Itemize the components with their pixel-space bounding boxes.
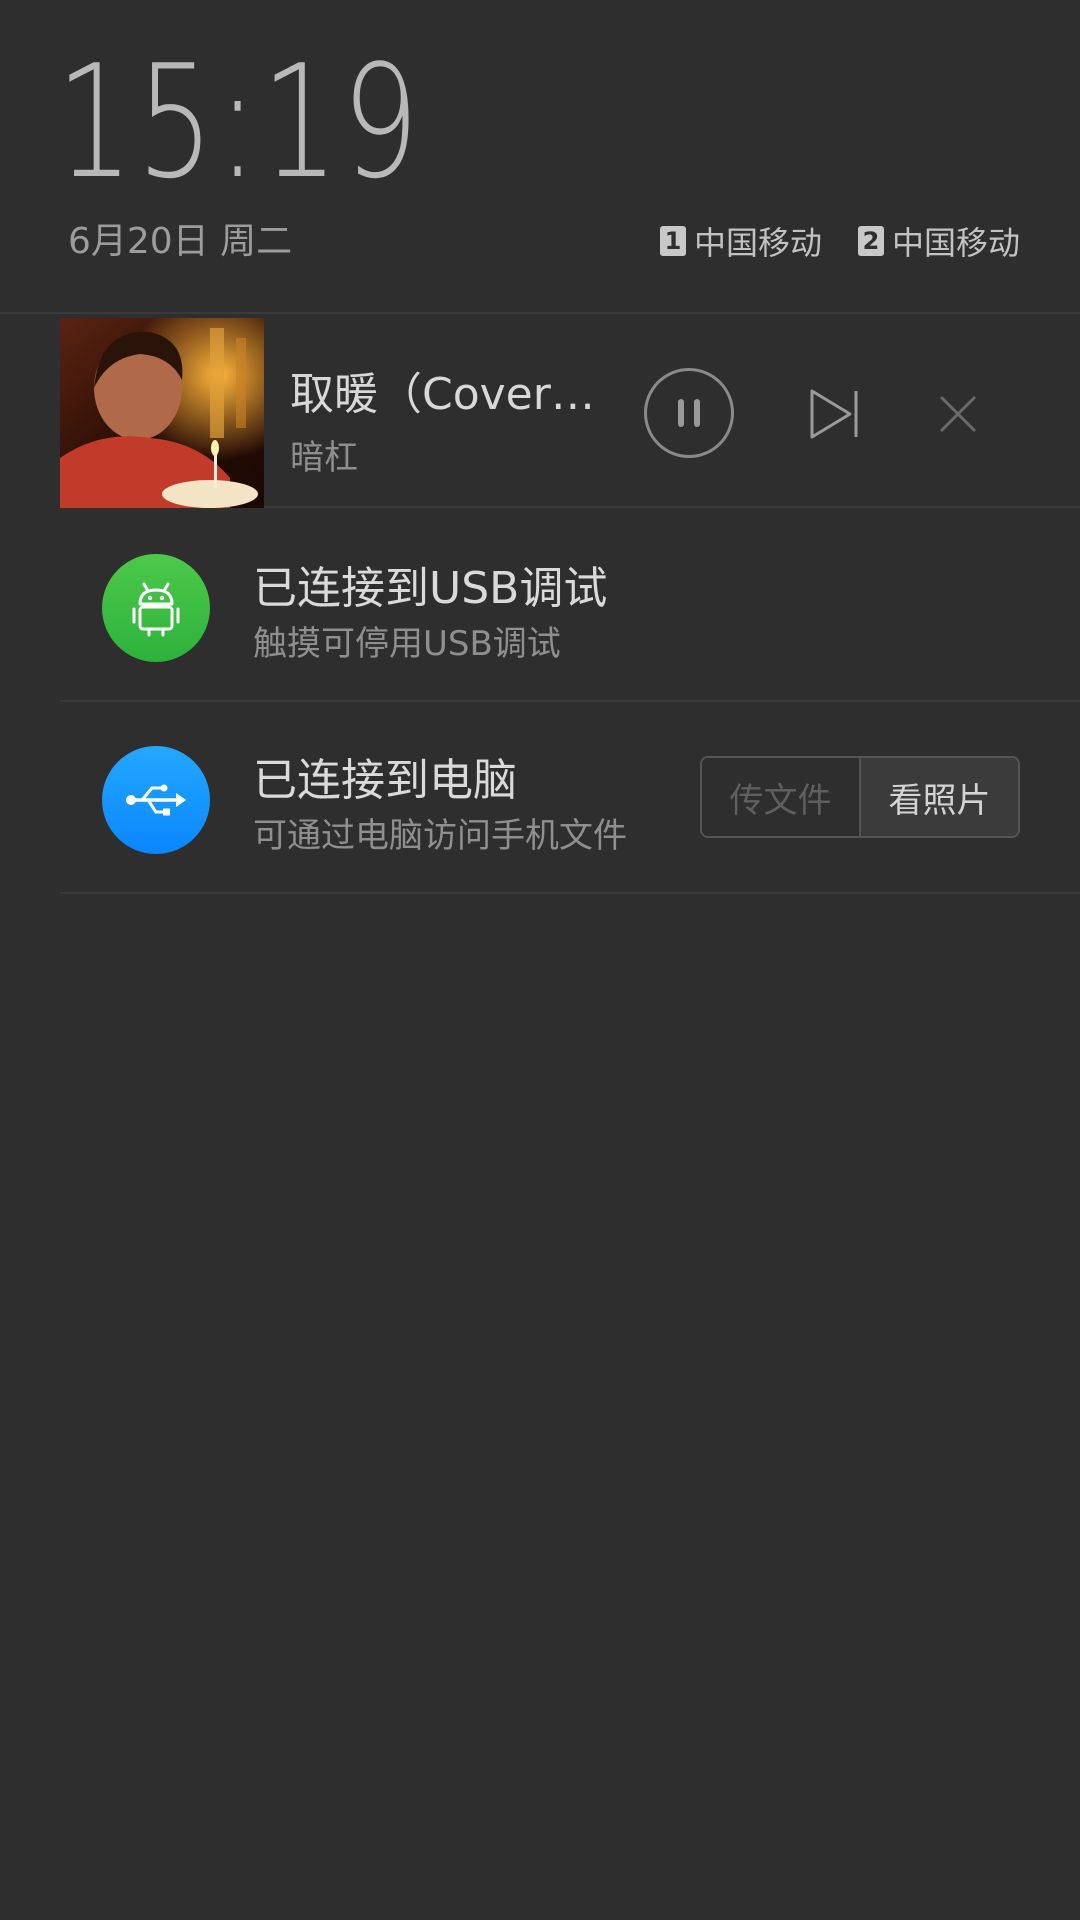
usb-icon [102, 746, 210, 854]
album-art [60, 318, 264, 508]
album-art-image [60, 318, 264, 508]
carrier-sim1: 1 中国移动 [659, 218, 822, 264]
close-music-button[interactable] [918, 374, 998, 454]
usb-mode-selector: 传文件 看照片 [700, 756, 1020, 838]
android-icon [102, 554, 210, 662]
usb-connection-notification[interactable]: 已连接到电脑 可通过电脑访问手机文件 传文件 看照片 [60, 704, 1080, 894]
carrier-name-sim1: 中国移动 [693, 224, 822, 262]
carrier-sim2: 2 中国移动 [857, 218, 1020, 264]
usb-debugging-subtitle: 触摸可停用USB调试 [253, 624, 561, 664]
song-artist: 暗杠 [290, 438, 358, 478]
sim1-icon: 1 [659, 226, 686, 256]
transfer-files-button[interactable]: 传文件 [702, 758, 861, 836]
close-icon [939, 395, 977, 433]
carrier-name-sim2: 中国移动 [891, 224, 1020, 262]
music-notification[interactable]: 取暖（Cover… 暗杠 [60, 318, 1080, 508]
usb-debugging-notification[interactable]: 已连接到USB调试 触摸可停用USB调试 [60, 512, 1080, 702]
view-photos-button[interactable]: 看照片 [861, 758, 1018, 836]
usb-debugging-title: 已连接到USB调试 [253, 563, 608, 614]
song-title: 取暖（Cover… [290, 369, 595, 420]
pause-icon [678, 399, 700, 427]
usb-connection-title: 已连接到电脑 [253, 755, 517, 806]
usb-symbol-icon [126, 784, 186, 816]
usb-connection-subtitle: 可通过电脑访问手机文件 [253, 816, 627, 856]
pause-button[interactable] [644, 368, 734, 458]
clock[interactable]: 15:19 [56, 42, 422, 202]
carrier-list: 1 中国移动 2 中国移动 [659, 218, 1020, 264]
next-track-button[interactable] [794, 374, 874, 454]
date-label[interactable]: 6月20日 周二 [68, 212, 292, 264]
skip-next-icon [810, 389, 858, 439]
sim2-icon: 2 [857, 226, 884, 256]
notification-shade-header: 15:19 6月20日 周二 1 中国移动 2 中国移动 [0, 0, 1080, 314]
android-robot-icon [132, 582, 180, 637]
